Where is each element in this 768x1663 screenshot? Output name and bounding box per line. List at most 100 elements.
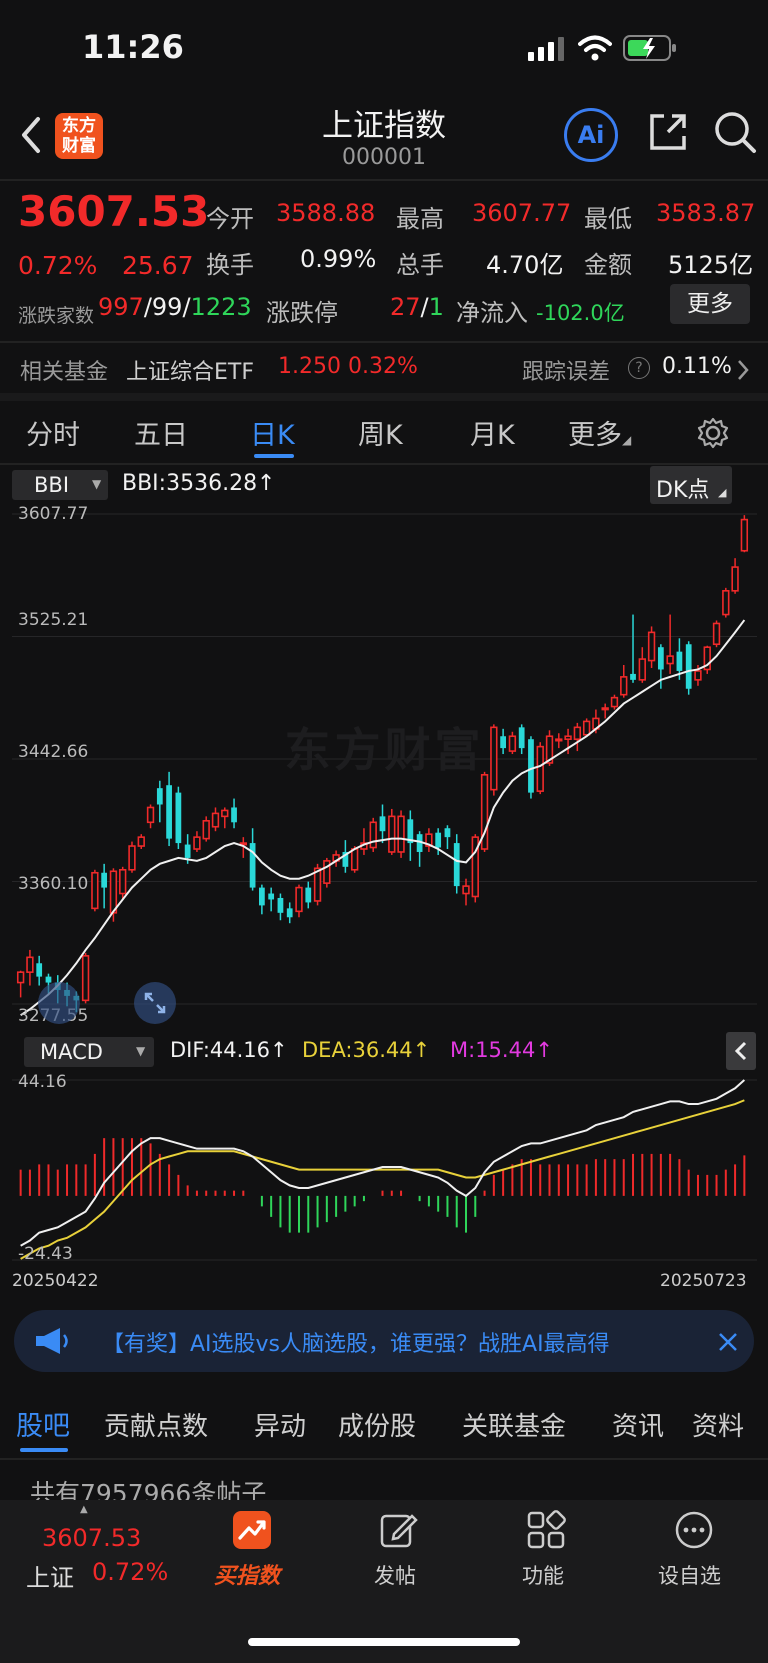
candle xyxy=(360,828,368,855)
candle xyxy=(712,620,721,648)
kline-chart[interactable]: 东方财富 3607.77 3525.21 3442.66 3360.10 327… xyxy=(12,504,757,1030)
candle xyxy=(211,807,220,832)
search-icon[interactable] xyxy=(712,109,758,155)
y-tick-4: 3360.10 xyxy=(18,874,89,894)
fund-price: 1.250 xyxy=(278,354,341,379)
candle xyxy=(638,647,646,683)
candle xyxy=(26,949,34,986)
limit-up-count: 27 xyxy=(390,293,421,321)
dea-readout: DEA:36.44↑ xyxy=(302,1038,431,1062)
more-dots-icon xyxy=(675,1511,713,1549)
candle xyxy=(610,694,619,710)
candle xyxy=(731,558,739,594)
nav-index-name: 上证 xyxy=(26,1564,74,1592)
candle xyxy=(620,665,628,698)
nav-index-pct: 0.72% xyxy=(92,1558,169,1586)
candle xyxy=(685,641,692,695)
high-label: 最高 xyxy=(396,205,444,233)
tab-movements[interactable]: 异动 xyxy=(254,1406,306,1443)
candle xyxy=(666,614,674,674)
divider xyxy=(0,1458,768,1460)
expand-up-icon[interactable]: ▲ xyxy=(80,1504,88,1515)
candle xyxy=(231,798,237,829)
candle xyxy=(91,869,99,912)
candle xyxy=(305,881,312,909)
period-tabs: 分时 五日 日K 周K 月K 更多◢ xyxy=(0,401,768,463)
candle xyxy=(36,955,43,986)
up-count: 997 xyxy=(98,293,144,321)
related-fund-label: 相关基金 xyxy=(20,360,109,385)
sub-indicator-select[interactable]: MACD ▼ xyxy=(24,1037,154,1067)
high-value: 3607.77 xyxy=(472,199,572,227)
related-fund-row[interactable]: 相关基金 上证综合ETF 1.250 0.32% 跟踪误差 ? 0.11% xyxy=(0,343,768,391)
tab-weekly-k[interactable]: 周K xyxy=(358,413,403,452)
watermark: 东方财富 xyxy=(284,723,485,777)
divider xyxy=(0,463,768,465)
main-indicator-select[interactable]: BBI ▼ xyxy=(12,470,108,500)
fund-name: 上证综合ETF xyxy=(126,360,254,385)
cellular-signal-icon xyxy=(528,37,564,61)
y-tick-2: 3525.21 xyxy=(18,610,89,630)
date-end: 20250723 xyxy=(660,1271,747,1291)
gear-icon[interactable] xyxy=(696,416,730,450)
macd-svg xyxy=(12,1079,757,1261)
home-indicator xyxy=(248,1638,520,1646)
macd-chart: 44.16 -24.43 xyxy=(12,1072,757,1268)
tracking-error-value: 0.11% xyxy=(662,354,732,379)
tab-more-periods[interactable]: 更多◢ xyxy=(568,413,631,452)
tracking-error-label: 跟踪误差 xyxy=(522,360,611,385)
tab-monthly-k[interactable]: 月K xyxy=(470,413,515,452)
tab-intraday[interactable]: 分时 xyxy=(26,413,80,452)
ai-button[interactable]: Ai xyxy=(564,108,618,162)
candle xyxy=(295,884,303,918)
macd-bottom-value: -24.43 xyxy=(18,1244,73,1264)
tab-guba[interactable]: 股吧 xyxy=(16,1404,70,1443)
tab-five-day[interactable]: 五日 xyxy=(134,413,188,452)
clock: 11:26 xyxy=(82,28,184,66)
tab-related-funds[interactable]: 关联基金 xyxy=(462,1406,566,1443)
volume-label: 总手 xyxy=(396,251,444,279)
close-icon[interactable] xyxy=(716,1330,740,1354)
add-watchlist-label: 设自选 xyxy=(658,1564,721,1588)
functions-button[interactable]: 功能 xyxy=(500,1510,590,1600)
limit-label: 涨跌停 xyxy=(266,299,338,327)
candle xyxy=(407,810,414,861)
chart-tool-button[interactable] xyxy=(38,982,80,1024)
limit-counts: 27/1 xyxy=(390,293,444,321)
dk-point-button[interactable]: DK点 ◢ xyxy=(650,466,732,504)
macd-header: MACD ▼ DIF:44.16↑ DEA:36.44↑ M:15.44↑ xyxy=(0,1032,768,1072)
trend-up-icon xyxy=(233,1511,271,1549)
candle xyxy=(453,834,460,894)
post-button[interactable]: 发帖 xyxy=(350,1510,440,1600)
y-tick-3: 3442.66 xyxy=(18,742,89,762)
candle xyxy=(425,828,433,852)
more-quote-button[interactable]: 更多 xyxy=(670,284,750,324)
help-icon[interactable]: ? xyxy=(628,357,650,379)
share-icon[interactable] xyxy=(646,110,690,154)
battery-charging-icon xyxy=(623,35,676,61)
candle xyxy=(416,831,423,867)
low-label: 最低 xyxy=(584,205,632,233)
dif-readout: DIF:44.16↑ xyxy=(170,1038,288,1062)
tab-contribution[interactable]: 贡献点数 xyxy=(104,1406,208,1443)
expand-chart-button[interactable] xyxy=(134,982,176,1024)
y-tick-top: 3607.77 xyxy=(18,504,89,524)
candle xyxy=(703,645,711,674)
candle xyxy=(647,626,656,668)
add-watchlist-button[interactable]: 设自选 xyxy=(646,1510,742,1600)
buy-index-button[interactable]: 买指数 xyxy=(200,1510,300,1600)
collapse-panel-button[interactable] xyxy=(726,1032,756,1070)
change-amount: 25.67 xyxy=(122,251,194,280)
flat-count: 99 xyxy=(151,293,183,321)
candle xyxy=(388,808,396,855)
turnover-value: 0.99% xyxy=(300,245,377,273)
wifi-icon xyxy=(578,35,612,61)
tab-news[interactable]: 资讯 xyxy=(612,1406,664,1443)
section-gap xyxy=(0,393,768,401)
content-tabs: 股吧 贡献点数 异动 成份股 关联基金 资讯 资料 xyxy=(0,1394,768,1456)
tab-daily-k[interactable]: 日K xyxy=(250,413,295,452)
tab-profile[interactable]: 资料 xyxy=(692,1406,744,1443)
candle xyxy=(119,866,127,900)
promo-banner[interactable]: 【有奖】AI选股vs人脑选股，谁更强？战胜AI最高得 xyxy=(14,1310,754,1372)
tab-constituents[interactable]: 成份股 xyxy=(338,1406,416,1443)
